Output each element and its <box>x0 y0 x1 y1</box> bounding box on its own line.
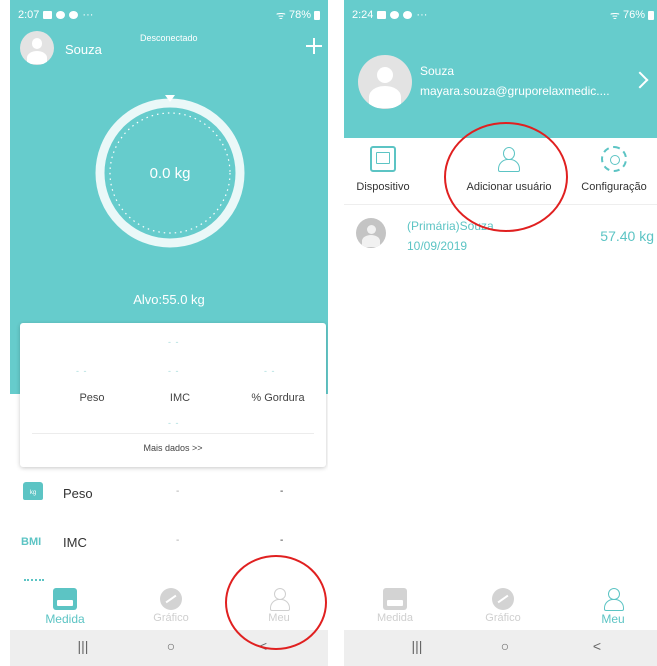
tab-device[interactable]: Dispositivo <box>346 140 420 202</box>
profile-avatar[interactable] <box>358 55 412 109</box>
member-weight: 57.40 kg <box>600 228 654 244</box>
gear-icon <box>601 146 627 172</box>
notification-icon <box>390 11 400 19</box>
chevron-right-icon[interactable] <box>631 71 649 89</box>
nav-chart[interactable]: Gráfico <box>136 588 206 624</box>
row-value: - <box>280 535 284 546</box>
member-avatar <box>356 218 386 248</box>
connection-status: Desconectado <box>140 33 198 43</box>
target-weight[interactable]: Alvo:55.0 kg <box>10 292 328 307</box>
nav-label: Meu <box>601 612 625 626</box>
signal-icon: ᯤ <box>609 9 620 22</box>
home-button[interactable]: ○ <box>156 638 186 654</box>
scale-icon <box>53 588 77 610</box>
battery-icon <box>314 10 320 20</box>
add-icon[interactable] <box>306 38 322 54</box>
device-icon <box>370 146 396 172</box>
more-data-link[interactable]: Mais dados >> <box>20 443 326 453</box>
body-fat-label: % Gordura <box>251 392 305 404</box>
nav-measure[interactable]: Medida <box>360 588 430 624</box>
battery-icon <box>648 10 654 20</box>
status-bar: 2:07 ··· ᯤ 78% <box>10 0 328 30</box>
back-button[interactable]: < <box>582 638 612 654</box>
battery-level: 76% <box>622 9 645 21</box>
person-icon <box>601 588 625 611</box>
battery-level: 78% <box>288 9 311 21</box>
scale-icon: kg <box>23 482 43 500</box>
nav-label: Gráfico <box>485 612 521 624</box>
highlight-circle <box>444 122 568 232</box>
home-button[interactable]: ○ <box>490 638 520 654</box>
status-time: 2:24 <box>352 9 374 21</box>
gallery-icon <box>377 11 387 19</box>
profile-name[interactable]: Souza <box>420 64 454 78</box>
bmi-value: - - <box>168 366 180 376</box>
instagram-icon <box>69 11 79 19</box>
user-avatar[interactable] <box>20 31 54 65</box>
metrics-card: - - - - - - - - Peso IMC % Gordura - - M… <box>20 323 326 467</box>
chart-icon <box>492 588 514 610</box>
status-bar: 2:24 ··· ᯤ 76% <box>344 0 657 30</box>
nav-chart[interactable]: Gráfico <box>468 588 538 624</box>
dash-value: - - <box>168 337 180 347</box>
profile-header: 2:24 ··· ᯤ 76% Souza mayara.souza@grupor… <box>344 0 657 138</box>
row-label: Peso <box>63 486 93 501</box>
tab-label: Configuração <box>581 181 647 193</box>
system-navigation-bar: ||| ○ < <box>344 630 657 666</box>
username[interactable]: Souza <box>65 42 102 57</box>
current-weight: 0.0 kg <box>149 165 191 182</box>
row-value: - <box>280 486 284 497</box>
divider <box>32 433 314 434</box>
profile-email[interactable]: mayara.souza@gruporelaxmedic.... <box>420 84 610 98</box>
chart-icon <box>160 588 182 610</box>
phone-right-screen: 2:24 ··· ᯤ 76% Souza mayara.souza@grupor… <box>344 0 657 666</box>
more-rows-indicator <box>24 579 44 581</box>
nav-measure[interactable]: Medida <box>30 588 100 626</box>
bottom-navigation: Medida Gráfico Meu <box>344 584 657 630</box>
row-value: - <box>176 486 180 497</box>
nav-me[interactable]: Meu <box>578 588 648 626</box>
highlight-circle <box>225 555 327 650</box>
fat-value: - - <box>264 366 276 376</box>
status-time: 2:07 <box>18 9 40 21</box>
weight-label: Peso <box>79 392 105 404</box>
row-label: IMC <box>63 535 87 550</box>
recent-apps-button[interactable]: ||| <box>402 638 432 654</box>
nav-label: Gráfico <box>153 612 189 624</box>
bmi-label: IMC <box>169 392 191 404</box>
more-notifications-icon: ··· <box>416 9 428 21</box>
recent-apps-button[interactable]: ||| <box>68 638 98 654</box>
instagram-icon <box>403 11 413 19</box>
notification-icon <box>56 11 66 19</box>
signal-icon: ᯤ <box>275 9 286 22</box>
bmi-icon: BMI <box>21 536 42 548</box>
more-notifications-icon: ··· <box>82 9 94 21</box>
gallery-icon <box>43 11 53 19</box>
list-item-weight[interactable]: kg Peso - - <box>10 474 328 514</box>
tab-label: Dispositivo <box>356 181 410 193</box>
nav-label: Medida <box>45 612 85 626</box>
member-date: 10/09/2019 <box>407 239 468 253</box>
phone-left-screen: 2:07 ··· ᯤ 78% Souza Desconectado 0.0 kg… <box>10 0 328 666</box>
dash-value: - - <box>168 418 180 428</box>
weight-value: - - <box>76 366 88 376</box>
nav-label: Medida <box>376 612 414 624</box>
scale-icon <box>383 588 407 610</box>
tab-settings[interactable]: Configuração <box>572 140 656 202</box>
row-value: - <box>176 535 180 546</box>
